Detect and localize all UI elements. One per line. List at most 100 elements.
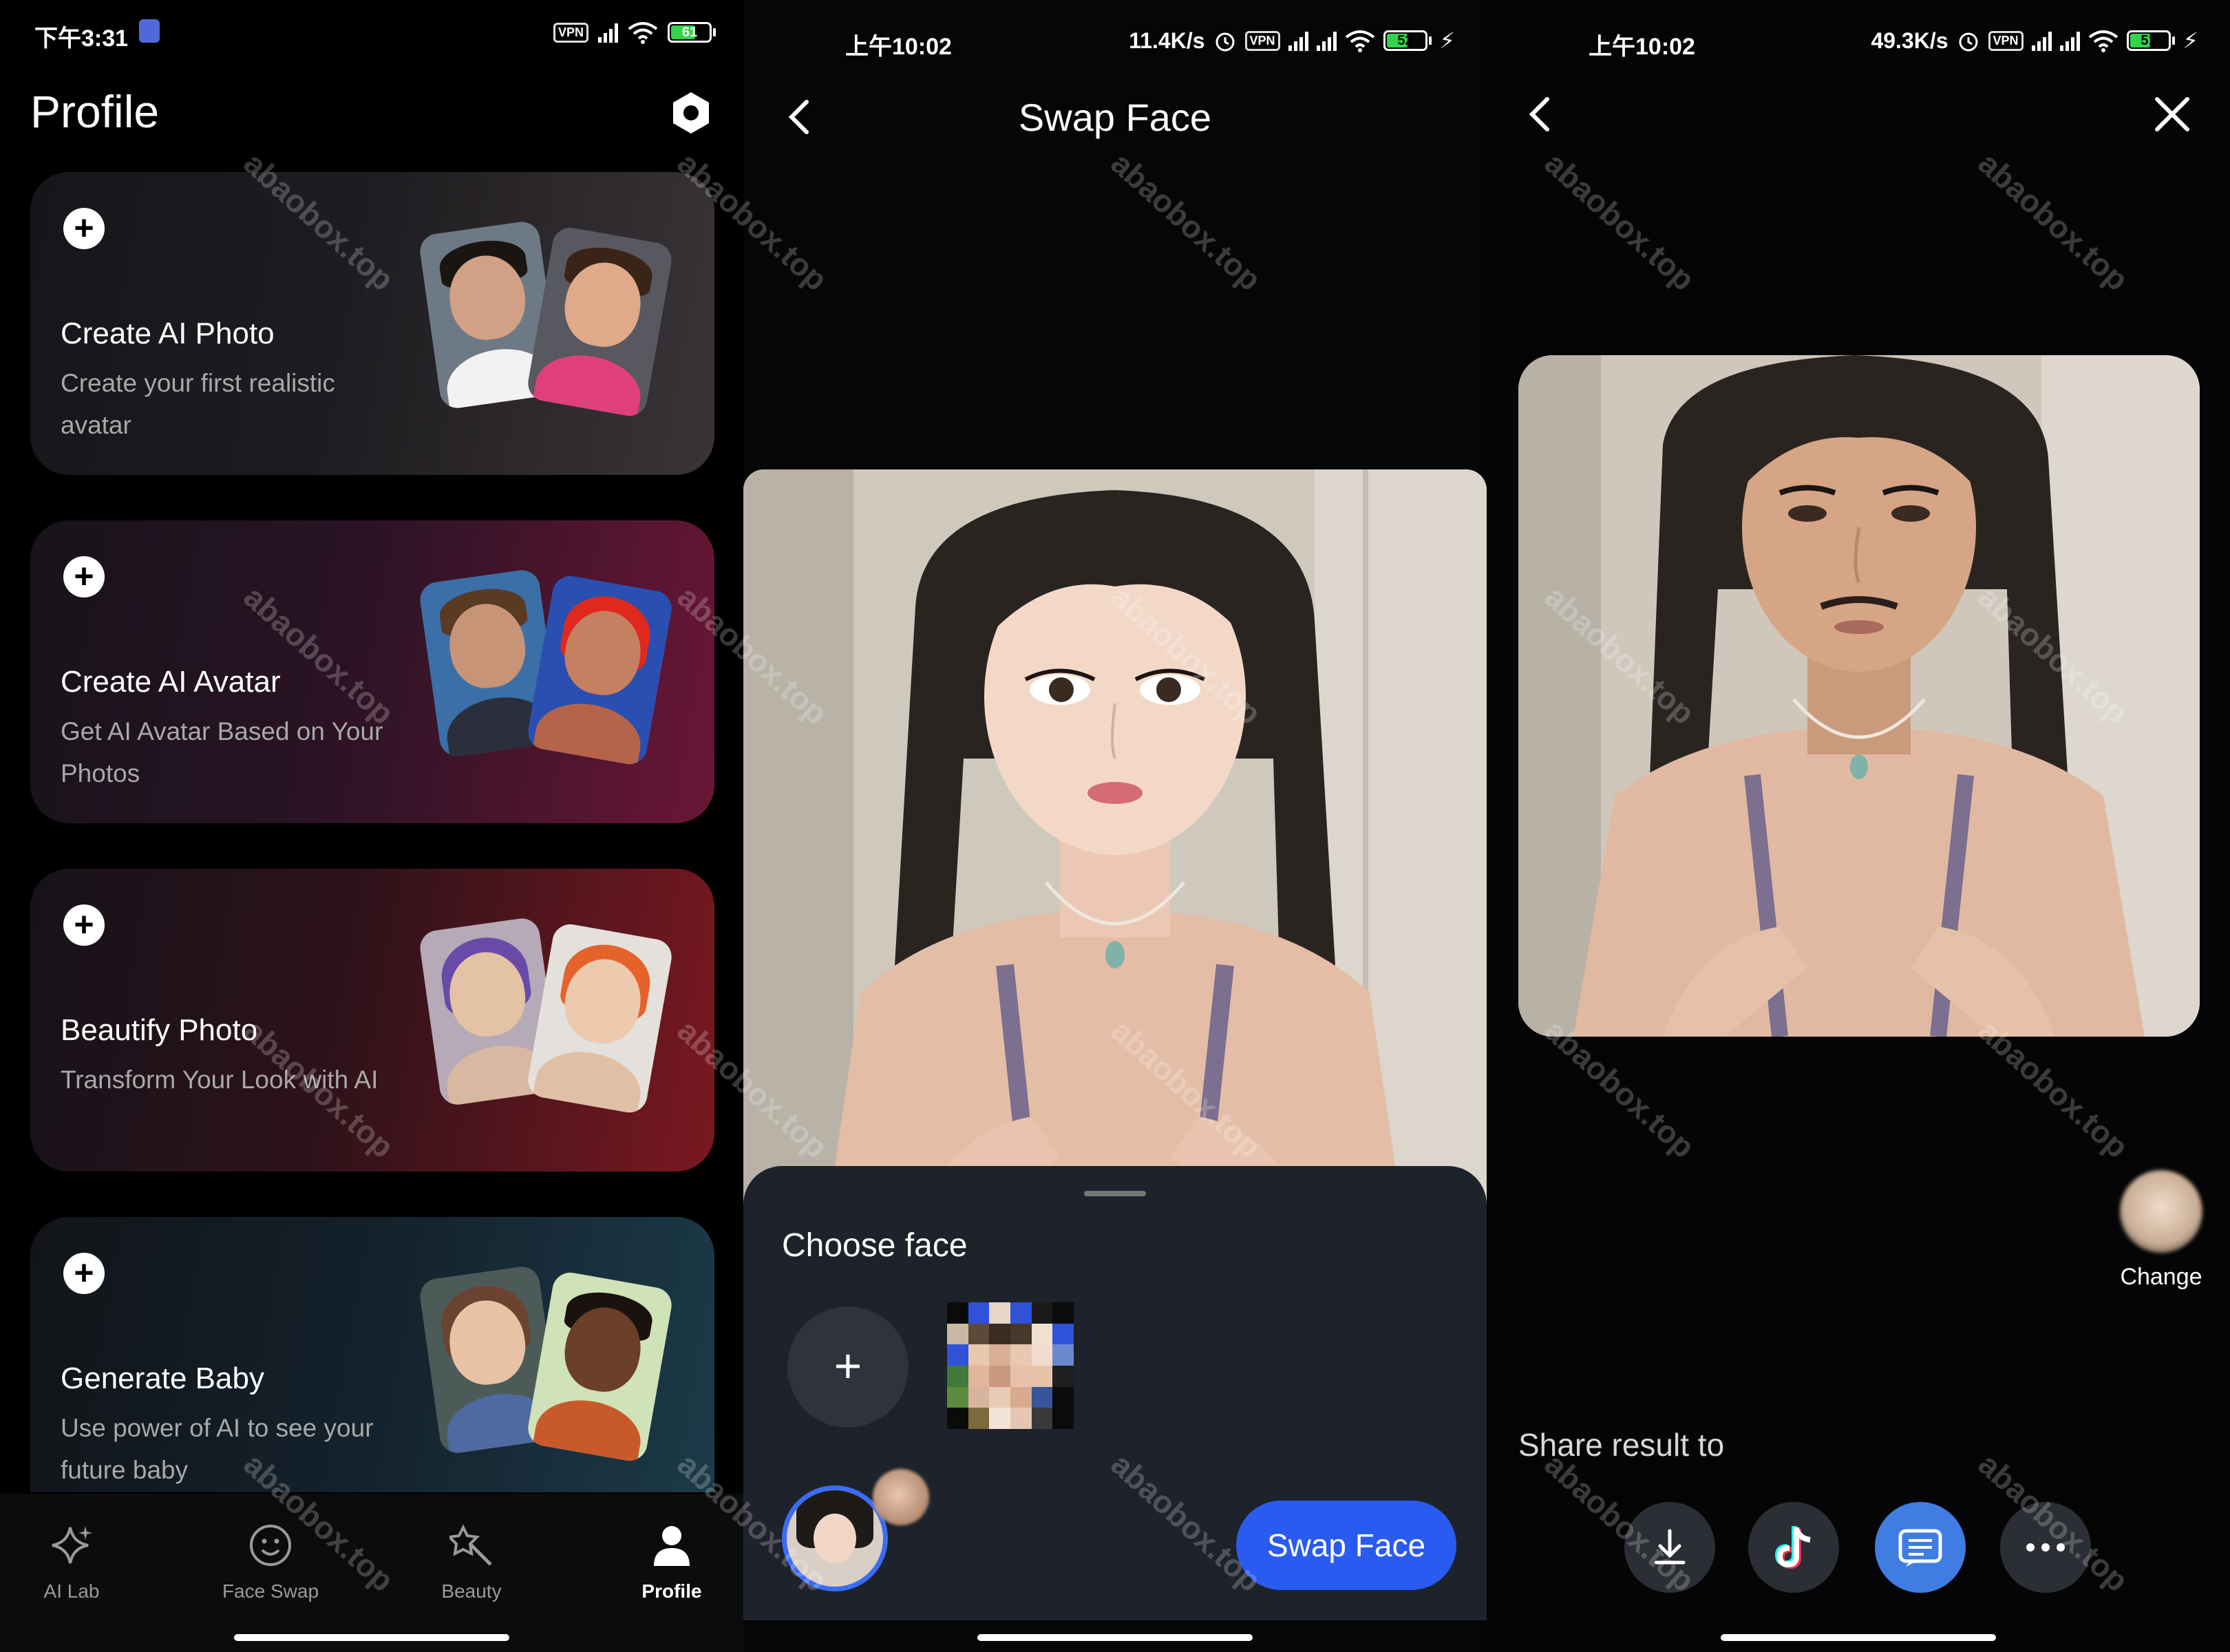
status-icons: VPN 61 xyxy=(553,21,716,44)
smile-face-icon xyxy=(246,1521,295,1569)
boy-photo xyxy=(525,1269,675,1464)
woman-fitness-photo xyxy=(525,224,675,419)
app-notification-icon xyxy=(139,19,160,43)
card-photos xyxy=(416,903,691,1137)
status-bar: 上午10:02 49.3K/s VPN 51 ⚡ xyxy=(1487,0,2230,69)
home-indicator xyxy=(234,1634,509,1641)
sheet-grabber[interactable] xyxy=(1084,1191,1146,1196)
wifi-icon xyxy=(628,21,658,44)
status-time: 上午10:02 xyxy=(1589,34,1695,60)
choose-face-label: Choose face xyxy=(782,1227,968,1264)
back-chevron-icon[interactable] xyxy=(1521,94,1562,135)
card-subtitle: Transform Your Look with AI xyxy=(61,1066,379,1094)
sparkle-icon xyxy=(47,1521,96,1569)
card-photos xyxy=(416,1251,691,1485)
plus-icon: + xyxy=(63,904,105,946)
bottom-nav: AI Lab Face Swap Beauty Profile xyxy=(0,1494,743,1652)
change-label[interactable]: Change xyxy=(2092,1264,2230,1291)
selected-face-thumbnail xyxy=(873,1469,929,1525)
status-bar: 上午10:02 11.4K/s VPN 52 ⚡ xyxy=(743,0,1487,69)
message-icon xyxy=(1896,1527,1944,1568)
create-ai-photo-card[interactable]: + Create AI Photo Create your first real… xyxy=(30,172,714,475)
generate-baby-card[interactable]: + Generate Baby Use power of AI to see y… xyxy=(30,1217,714,1492)
download-button[interactable] xyxy=(1624,1502,1715,1593)
nav-profile[interactable]: Profile xyxy=(603,1521,741,1602)
wifi-icon xyxy=(2088,29,2118,52)
plus-icon: + xyxy=(63,556,105,597)
share-label: Share result to xyxy=(1518,1427,1725,1463)
tiktok-share-button[interactable] xyxy=(1748,1502,1839,1593)
network-speed: 49.3K/s xyxy=(1871,28,1948,53)
vpn-icon: VPN xyxy=(553,22,588,43)
network-speed: 11.4K/s xyxy=(1129,28,1205,53)
home-indicator xyxy=(1721,1634,1996,1641)
charging-icon: ⚡ xyxy=(1439,28,1455,53)
vpn-icon: VPN xyxy=(1244,30,1280,51)
card-subtitle: Get AI Avatar Based on Your Photos xyxy=(61,717,383,787)
settings-gear-icon[interactable] xyxy=(669,91,713,135)
status-icons: 11.4K/s VPN 52 ⚡ xyxy=(1129,28,1455,54)
home-indicator xyxy=(977,1634,1253,1641)
choose-face-sheet: Choose face + Swap Face xyxy=(743,1166,1487,1620)
nav-label: Beauty xyxy=(441,1580,502,1602)
alarm-icon xyxy=(1957,29,1980,52)
plus-icon: + xyxy=(63,1253,105,1294)
nav-label: AI Lab xyxy=(43,1580,100,1602)
message-share-button[interactable] xyxy=(1875,1502,1966,1593)
beautify-photo-card[interactable]: + Beautify Photo Transform Your Look wit… xyxy=(30,869,714,1172)
create-ai-avatar-card[interactable]: + Create AI Avatar Get AI Avatar Based o… xyxy=(30,520,714,823)
card-title: Beautify Photo xyxy=(61,1013,258,1047)
magic-wand-icon xyxy=(447,1521,496,1569)
status-bar: 下午3:31 VPN 61 xyxy=(0,0,743,69)
card-title: Generate Baby xyxy=(61,1362,264,1395)
plus-icon: + xyxy=(63,208,105,249)
target-photo xyxy=(743,469,1487,1227)
vpn-icon: VPN xyxy=(1988,30,2024,51)
add-face-button[interactable]: + xyxy=(787,1306,909,1428)
card-photos xyxy=(416,206,691,441)
nav-label: Face Swap xyxy=(222,1580,319,1602)
status-time: 下午3:31 xyxy=(34,25,129,52)
signal-icon xyxy=(1288,30,1308,51)
plus-icon: + xyxy=(833,1339,862,1392)
red-hair-avatar-photo xyxy=(525,573,675,767)
page-title: Profile xyxy=(30,86,160,137)
card-title: Create AI Photo xyxy=(61,317,275,350)
battery-icon: 51 xyxy=(2126,30,2175,51)
orange-hair-woman-photo xyxy=(525,921,675,1116)
target-photo-thumbnail[interactable] xyxy=(782,1485,888,1591)
nav-beauty[interactable]: Beauty xyxy=(403,1521,540,1602)
download-icon xyxy=(1649,1527,1690,1568)
card-title: Create AI Avatar xyxy=(61,665,281,699)
more-share-button[interactable] xyxy=(2000,1502,2091,1593)
swap-face-button[interactable]: Swap Face xyxy=(1236,1501,1456,1590)
charging-icon: ⚡ xyxy=(2183,28,2198,53)
signal-icon xyxy=(1316,30,1337,51)
result-photo xyxy=(1518,355,2200,1037)
swap-face-screen: 上午10:02 11.4K/s VPN 52 ⚡ Swap Face Choos… xyxy=(743,0,1487,1652)
more-icon xyxy=(2024,1540,2068,1554)
page-title: Swap Face xyxy=(1018,96,1212,139)
card-photos xyxy=(416,555,691,789)
status-time: 上午10:02 xyxy=(845,34,952,60)
status-icons: 49.3K/s VPN 51 ⚡ xyxy=(1871,28,2198,54)
result-screen: 上午10:02 49.3K/s VPN 51 ⚡ Change Share re… xyxy=(1487,0,2230,1652)
battery-icon: 52 xyxy=(1383,30,1432,51)
tiktok-icon xyxy=(1772,1523,1816,1571)
profile-screen: 下午3:31 VPN 61 Profile + Create AI Photo … xyxy=(0,0,743,1652)
battery-icon: 61 xyxy=(668,22,716,43)
face-option-pixelated[interactable] xyxy=(947,1302,1074,1429)
change-face-thumbnail[interactable] xyxy=(2120,1170,2202,1253)
signal-icon xyxy=(2059,30,2080,51)
card-subtitle: Create your first realistic avatar xyxy=(61,369,335,439)
nav-face-swap[interactable]: Face Swap xyxy=(202,1521,339,1602)
signal-icon xyxy=(598,22,618,43)
close-icon[interactable] xyxy=(2152,94,2193,135)
nav-label: Profile xyxy=(641,1580,702,1602)
card-subtitle: Use power of AI to see your future baby xyxy=(61,1414,374,1484)
signal-icon xyxy=(2031,30,2052,51)
person-icon xyxy=(648,1521,696,1569)
alarm-icon xyxy=(1213,29,1237,52)
wifi-icon xyxy=(1345,29,1375,52)
nav-ai-lab[interactable]: AI Lab xyxy=(3,1521,140,1602)
